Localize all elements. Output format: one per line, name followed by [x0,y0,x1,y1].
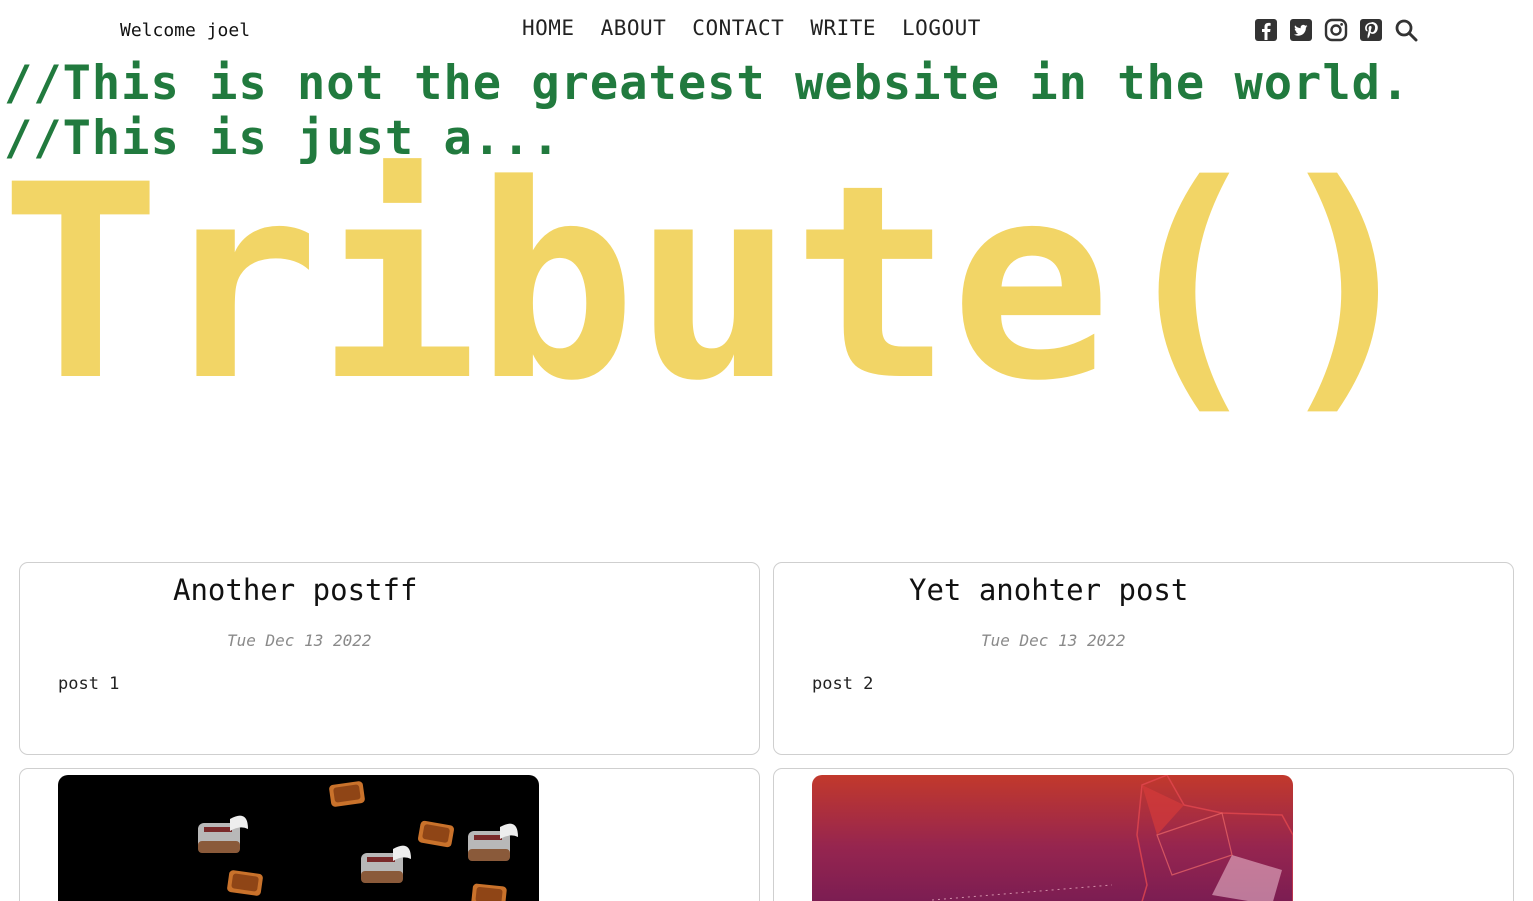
ubuntu-wallpaper-image[interactable] [812,775,1293,901]
instagram-icon[interactable] [1324,18,1348,42]
toast-icon [471,883,507,901]
toasters-illustration [198,781,518,901]
post-excerpt: post 1 [58,674,120,694]
toast-icon [227,870,263,896]
flying-toasters-image[interactable] [58,775,539,901]
nav-contact[interactable]: CONTACT [692,16,784,40]
pinterest-icon[interactable] [1359,18,1383,42]
post-date: Tue Dec 13 2022 [981,631,1126,650]
post-excerpt: post 2 [812,674,874,694]
welcome-text: Welcome joel [120,20,251,41]
hero-title: Tribute() [0,128,1428,440]
top-bar: Welcome joel HOME ABOUT CONTACT WRITE LO… [0,0,1533,60]
post-date: Tue Dec 13 2022 [227,631,372,650]
post-card[interactable]: Another postff Tue Dec 13 2022 post 1 [19,562,760,755]
post-title[interactable]: Yet anohter post [909,573,1188,607]
nav-about[interactable]: ABOUT [601,16,667,40]
toast-icon [329,781,365,807]
main-nav: HOME ABOUT CONTACT WRITE LOGOUT [522,16,1007,40]
post-card[interactable]: Yet anohter post Tue Dec 13 2022 post 2 [773,562,1514,755]
flying-toaster-icon [361,845,411,883]
facebook-icon[interactable] [1254,18,1278,42]
flying-toaster-icon [198,815,248,853]
nav-logout[interactable]: LOGOUT [902,16,981,40]
nav-home[interactable]: HOME [522,16,575,40]
page: Welcome joel HOME ABOUT CONTACT WRITE LO… [0,0,1533,901]
flying-toaster-icon [468,823,518,861]
search-icon[interactable] [1394,18,1418,42]
nav-write[interactable]: WRITE [810,16,876,40]
post-card[interactable] [19,768,760,901]
post-title[interactable]: Another postff [173,573,417,607]
post-card[interactable] [773,768,1514,901]
hero-tagline-line1: //This is not the greatest website in th… [4,56,1411,111]
wallpaper-illustration [931,775,1293,901]
toast-icon [417,820,455,848]
social-icons [1254,18,1418,42]
twitter-icon[interactable] [1289,18,1313,42]
